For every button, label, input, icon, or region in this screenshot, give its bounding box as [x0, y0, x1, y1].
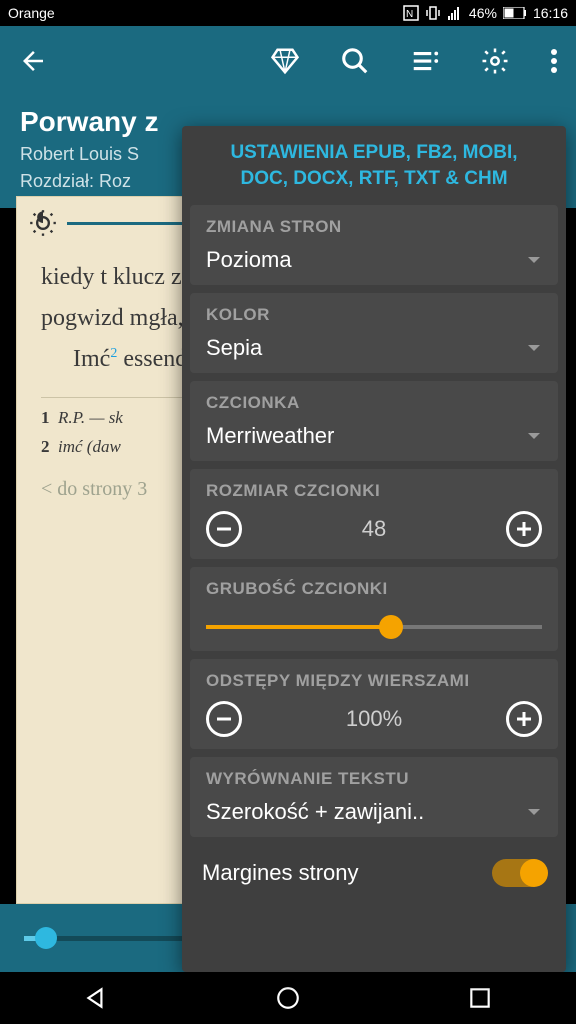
page-change-value: Pozioma [206, 247, 526, 273]
overflow-button[interactable] [550, 46, 558, 76]
slider-knob[interactable] [379, 615, 403, 639]
line-spacing-value: 100% [242, 706, 506, 732]
font-weight-label: GRUBOŚĆ CZCIONKI [206, 579, 542, 599]
font-weight-slider-section: GRUBOŚĆ CZCIONKI [190, 567, 558, 651]
chevron-down-icon [526, 428, 542, 444]
search-icon [340, 46, 370, 76]
app-bar [0, 26, 576, 96]
battery-icon [503, 7, 527, 19]
clock: 16:16 [533, 5, 568, 21]
gear-icon [480, 46, 510, 76]
chevron-down-icon [526, 804, 542, 820]
carrier-label: Orange [8, 5, 55, 21]
font-size-minus-button[interactable] [206, 511, 242, 547]
plus-icon [515, 710, 533, 728]
nav-home-button[interactable] [275, 985, 301, 1011]
line-spacing-stepper: ODSTĘPY MIĘDZY WIERSZAMI 100% [190, 659, 558, 749]
chevron-down-icon [526, 340, 542, 356]
margin-toggle-row[interactable]: Margines strony [182, 845, 566, 901]
alignment-dropdown[interactable]: WYRÓWNANIE TEKSTU Szerokość + zawijani.. [190, 757, 558, 837]
premium-button[interactable] [270, 46, 300, 76]
color-label: KOLOR [206, 305, 542, 325]
line-spacing-plus-button[interactable] [506, 701, 542, 737]
nav-back-button[interactable] [83, 985, 109, 1011]
list-icon [410, 46, 440, 76]
system-nav-bar [0, 972, 576, 1024]
settings-panel: USTAWIENIA EPUB, FB2, MOBI,DOC, DOCX, RT… [182, 126, 566, 972]
page-change-label: ZMIANA STRON [206, 217, 542, 237]
panel-title: USTAWIENIA EPUB, FB2, MOBI,DOC, DOCX, RT… [182, 132, 566, 205]
triangle-back-icon [83, 985, 109, 1011]
chevron-down-icon [526, 252, 542, 268]
font-size-stepper: ROZMIAR CZCIONKI 48 [190, 469, 558, 559]
minus-icon [215, 710, 233, 728]
alignment-label: WYRÓWNANIE TEKSTU [206, 769, 542, 789]
toc-button[interactable] [410, 46, 440, 76]
progress-thumb[interactable] [35, 927, 57, 949]
diamond-icon [270, 46, 300, 76]
line-spacing-label: ODSTĘPY MIĘDZY WIERSZAMI [206, 671, 542, 691]
battery-percent: 46% [469, 5, 497, 21]
margin-switch[interactable] [492, 859, 546, 887]
vibrate-icon [425, 5, 441, 21]
font-size-plus-button[interactable] [506, 511, 542, 547]
color-dropdown[interactable]: KOLOR Sepia [190, 293, 558, 373]
font-value: Merriweather [206, 423, 526, 449]
margin-label: Margines strony [202, 860, 492, 886]
font-dropdown[interactable]: CZCIONKA Merriweather [190, 381, 558, 461]
alignment-value: Szerokość + zawijani.. [206, 799, 526, 825]
square-recent-icon [467, 985, 493, 1011]
circle-home-icon [275, 985, 301, 1011]
font-weight-slider[interactable] [206, 615, 542, 639]
search-button[interactable] [340, 46, 370, 76]
back-button[interactable] [18, 46, 48, 76]
font-size-value: 48 [242, 516, 506, 542]
font-label: CZCIONKA [206, 393, 542, 413]
signal-icon [447, 5, 463, 21]
minus-icon [215, 520, 233, 538]
brightness-icon [29, 209, 57, 237]
plus-icon [515, 520, 533, 538]
svg-text:N: N [406, 9, 413, 20]
color-value: Sepia [206, 335, 526, 361]
switch-knob [520, 859, 548, 887]
status-bar: Orange N 46% 16:16 [0, 0, 576, 26]
settings-button[interactable] [480, 46, 510, 76]
more-vert-icon [550, 46, 558, 76]
font-size-label: ROZMIAR CZCIONKI [206, 481, 542, 501]
page-change-dropdown[interactable]: ZMIANA STRON Pozioma [190, 205, 558, 285]
line-spacing-minus-button[interactable] [206, 701, 242, 737]
status-right: N 46% 16:16 [403, 5, 568, 21]
nfc-icon: N [403, 5, 419, 21]
nav-recent-button[interactable] [467, 985, 493, 1011]
arrow-left-icon [18, 46, 48, 76]
